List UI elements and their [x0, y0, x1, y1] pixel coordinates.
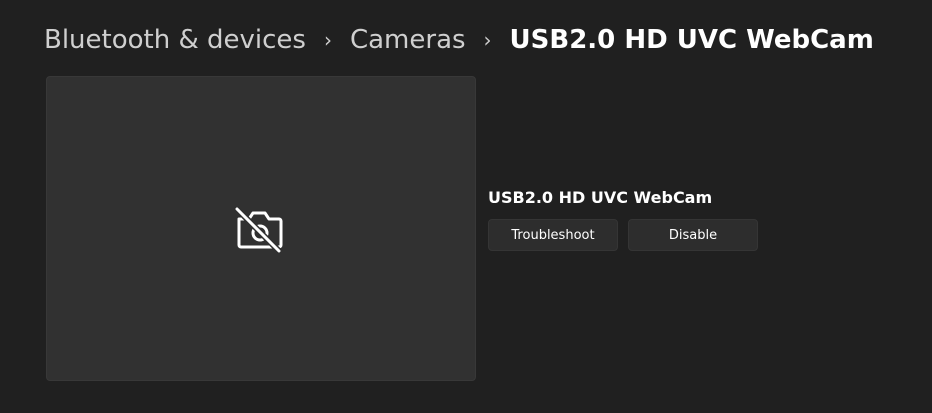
- chevron-right-icon: ›: [323, 28, 332, 52]
- chevron-right-icon: ›: [483, 28, 492, 52]
- device-name: USB2.0 HD UVC WebCam: [488, 188, 713, 207]
- breadcrumb-cameras[interactable]: Cameras: [350, 25, 466, 55]
- breadcrumb-bluetooth-devices[interactable]: Bluetooth & devices: [44, 25, 306, 55]
- breadcrumb: Bluetooth & devices › Cameras › USB2.0 H…: [44, 22, 874, 58]
- camera-off-icon: [233, 205, 289, 255]
- disable-button[interactable]: Disable: [628, 219, 758, 251]
- page-title: USB2.0 HD UVC WebCam: [509, 25, 874, 55]
- camera-preview: [46, 76, 476, 381]
- troubleshoot-button[interactable]: Troubleshoot: [488, 219, 618, 251]
